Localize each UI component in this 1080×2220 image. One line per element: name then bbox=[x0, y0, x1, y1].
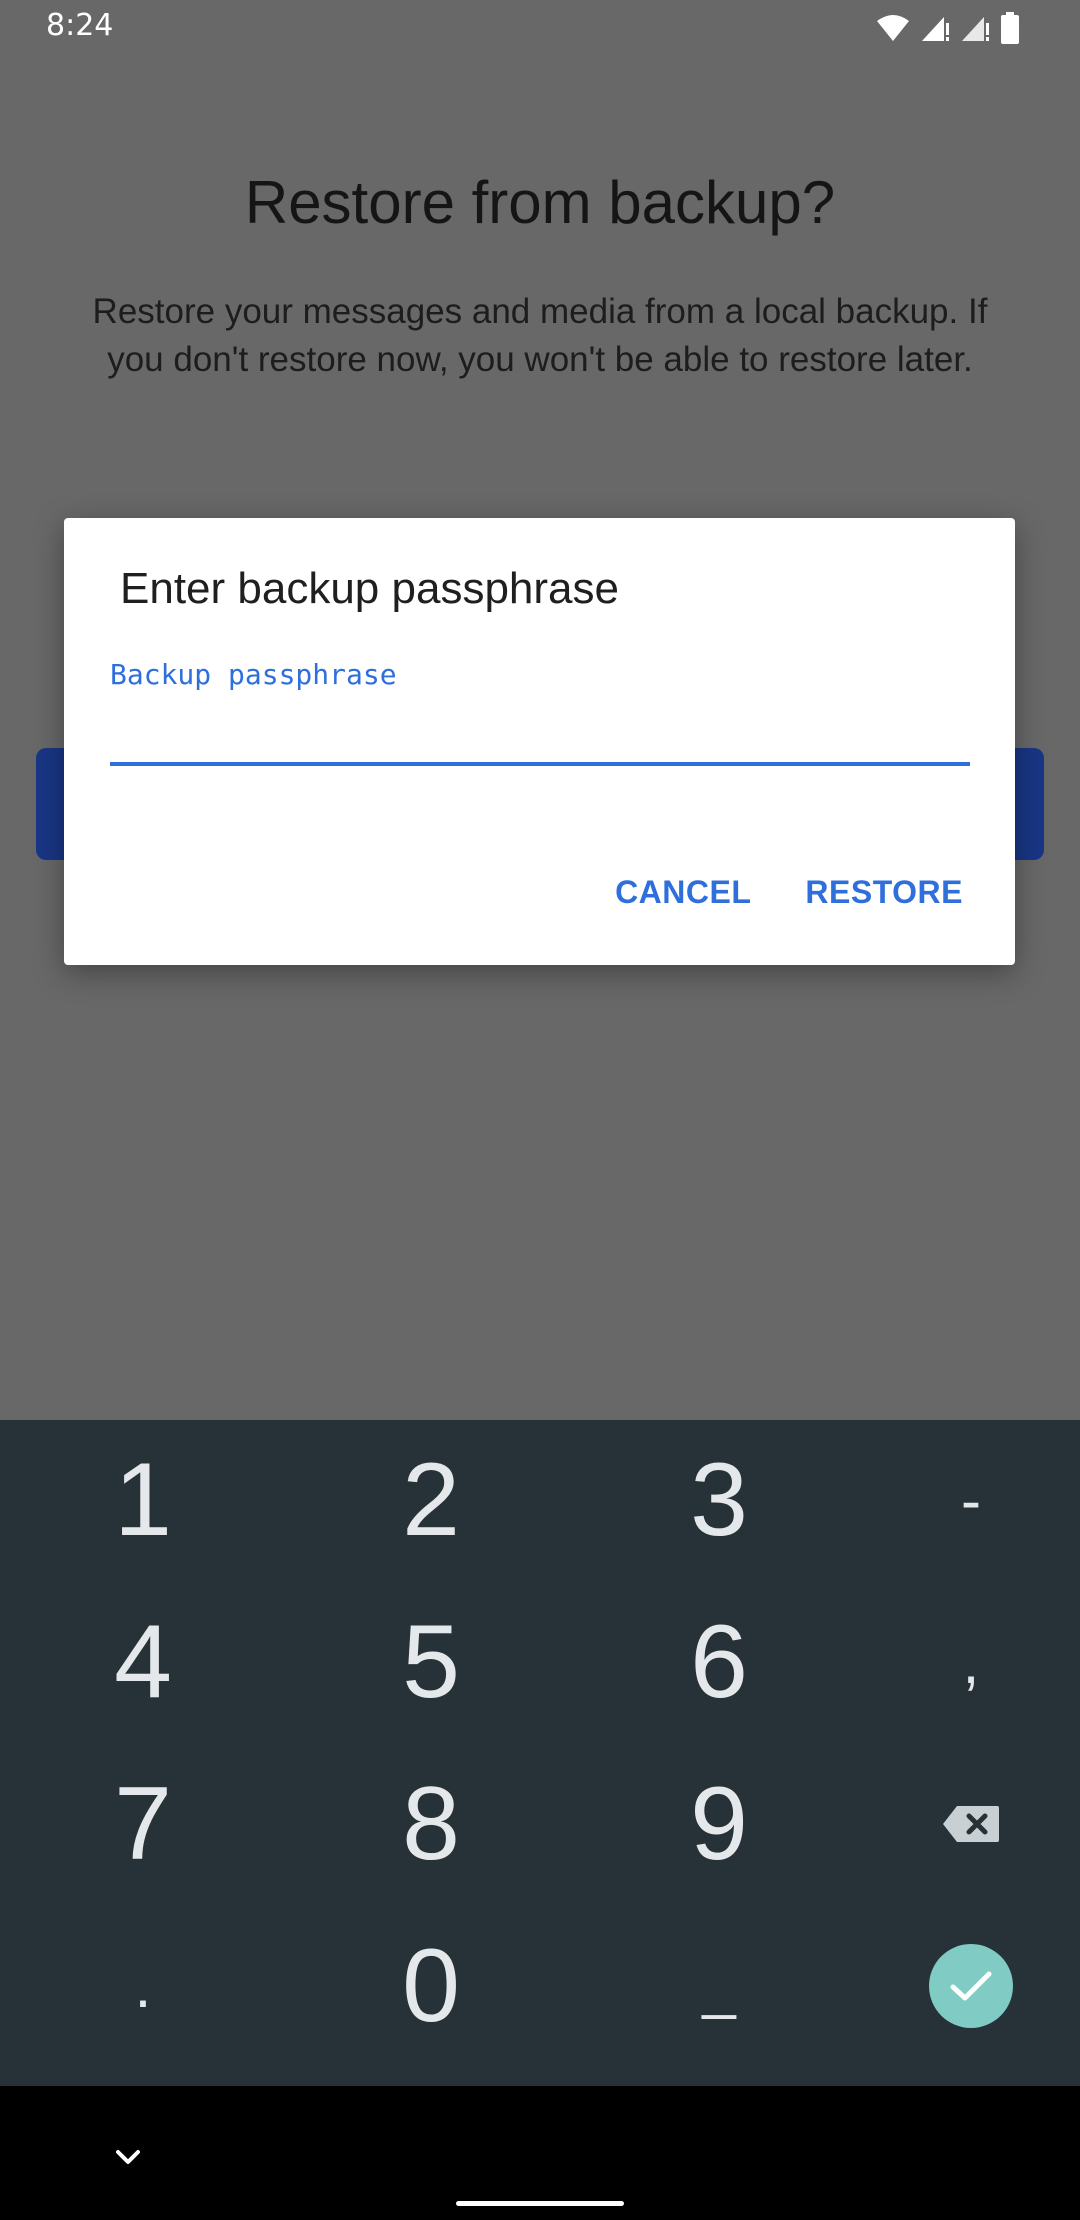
restore-page-title: Restore from backup? bbox=[244, 169, 836, 236]
key-4[interactable]: 4 bbox=[8, 1582, 278, 1742]
key-3[interactable]: 3 bbox=[584, 1420, 854, 1580]
restore-page-description: Restore your messages and media from a l… bbox=[92, 292, 988, 379]
key-2[interactable]: 2 bbox=[296, 1420, 566, 1580]
key-done[interactable] bbox=[836, 1906, 1080, 2066]
done-button[interactable] bbox=[929, 1944, 1013, 2028]
signal-icon bbox=[962, 17, 989, 41]
dialog-title: Enter backup passphrase bbox=[120, 564, 619, 613]
navigation-bar bbox=[0, 2086, 1080, 2220]
home-pill[interactable] bbox=[456, 2201, 624, 2206]
battery-icon bbox=[1001, 12, 1019, 44]
input-underline bbox=[110, 762, 970, 766]
status-bar: 8:24 bbox=[0, 0, 1080, 58]
key-5[interactable]: 5 bbox=[296, 1582, 566, 1742]
key-6[interactable]: 6 bbox=[584, 1582, 854, 1742]
key-9[interactable]: 9 bbox=[584, 1744, 854, 1904]
cancel-button[interactable]: CANCEL bbox=[615, 874, 751, 911]
status-time: 8:24 bbox=[46, 8, 114, 43]
key-7[interactable]: 7 bbox=[8, 1744, 278, 1904]
passphrase-input-label: Backup passphrase bbox=[110, 658, 397, 691]
status-icons bbox=[876, 12, 1020, 44]
dialog-actions: CANCEL RESTORE bbox=[615, 874, 963, 911]
key-dash[interactable]: - bbox=[836, 1420, 1080, 1580]
key-1[interactable]: 1 bbox=[8, 1420, 278, 1580]
restore-button[interactable]: RESTORE bbox=[805, 874, 963, 911]
passphrase-dialog: Enter backup passphrase Backup passphras… bbox=[64, 518, 1015, 965]
check-icon bbox=[950, 1971, 992, 2001]
key-comma[interactable]: , bbox=[836, 1582, 1080, 1742]
chevron-down-icon[interactable] bbox=[108, 2138, 148, 2178]
delete-icon bbox=[943, 1806, 999, 1842]
key-0[interactable]: 0 bbox=[296, 1906, 566, 2066]
key-8[interactable]: 8 bbox=[296, 1744, 566, 1904]
passphrase-input[interactable] bbox=[110, 704, 974, 756]
key-period[interactable]: . bbox=[8, 1906, 278, 2066]
numeric-keyboard: 1 2 3 - 4 5 6 , 7 8 9 . 0 _ bbox=[0, 1420, 1080, 2086]
signal-icon bbox=[922, 17, 949, 41]
wifi-icon bbox=[877, 15, 909, 41]
key-delete[interactable] bbox=[836, 1744, 1080, 1904]
key-underscore[interactable]: _ bbox=[584, 1906, 854, 2066]
